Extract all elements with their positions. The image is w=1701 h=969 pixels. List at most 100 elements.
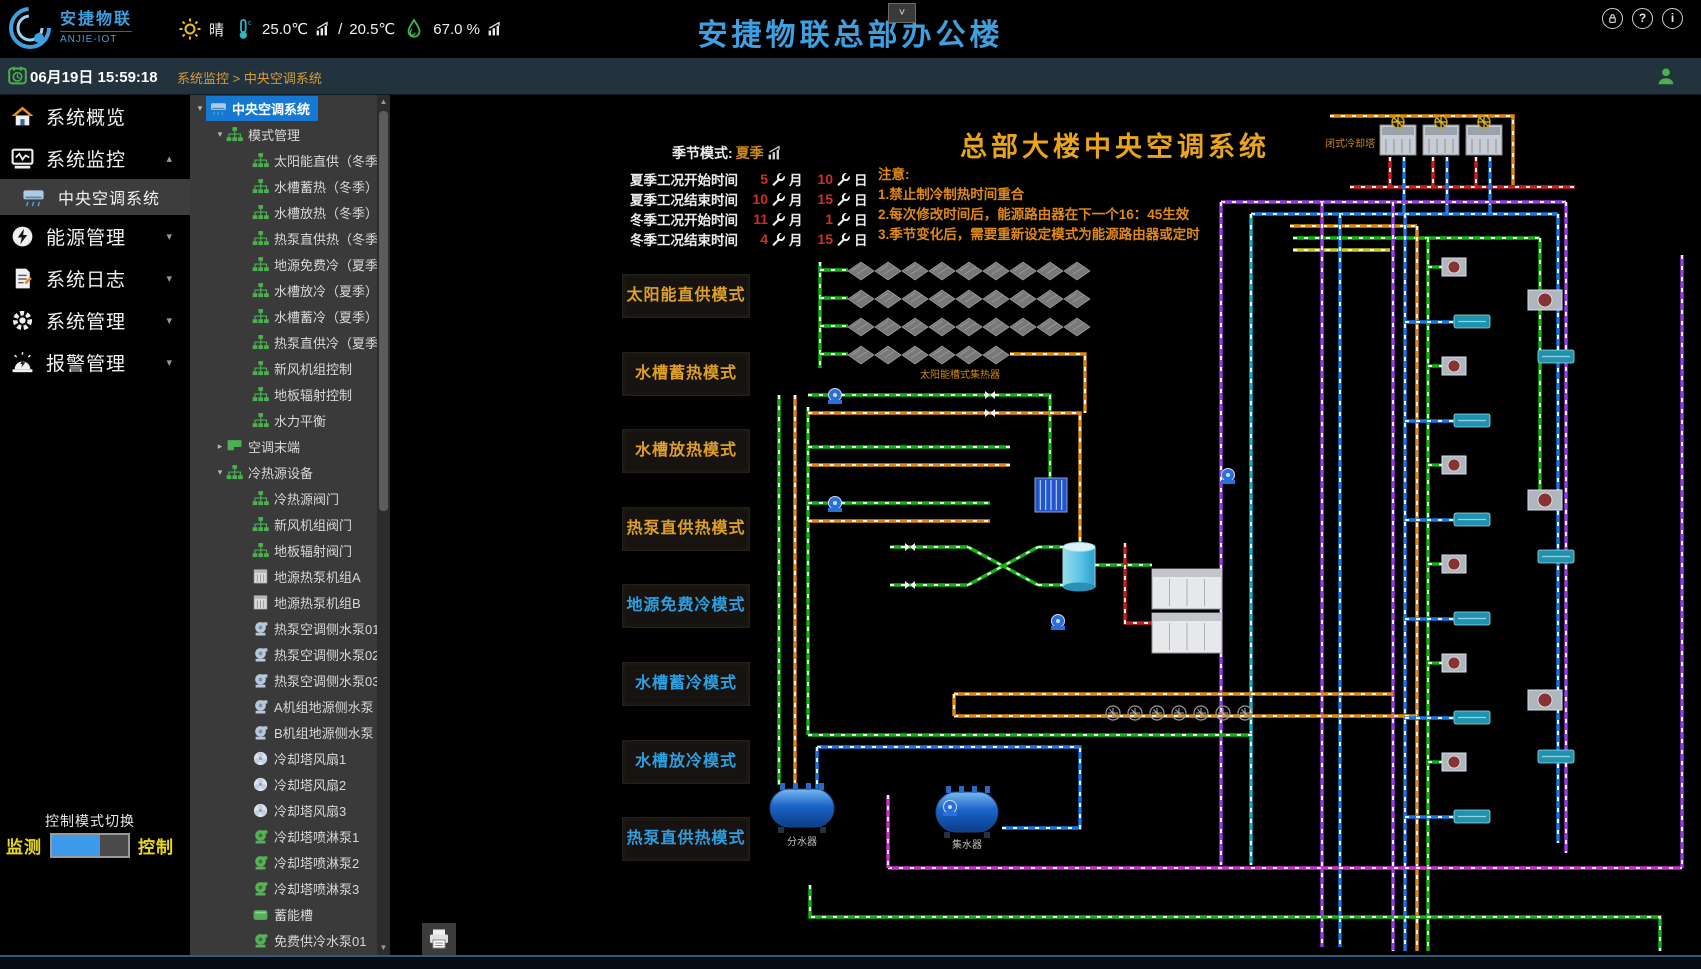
tree-item-13[interactable]: ▸空调末端	[190, 433, 390, 459]
scrollbar-thumb[interactable]	[379, 111, 388, 511]
ahu-device	[1442, 357, 1466, 375]
sidebar-item-label: 系统概览	[46, 103, 126, 130]
tree-item-9[interactable]: 热泵直供冷（夏季）	[190, 329, 390, 355]
info-icon[interactable]: i	[1662, 8, 1683, 29]
tree-item-21[interactable]: 热泵空调侧水泵02	[190, 641, 390, 667]
tree-item-29[interactable]: 冷却塔喷淋泵2	[190, 849, 390, 875]
tree-item-19[interactable]: 地源热泵机组B	[190, 589, 390, 615]
ahu-chip[interactable]	[1538, 350, 1574, 363]
print-button[interactable]	[422, 923, 456, 955]
tree-item-17[interactable]: 地板辐射阀门	[190, 537, 390, 563]
sidebar-item-0[interactable]: 系统概览	[0, 95, 190, 137]
tree-icon-org	[252, 230, 269, 247]
tree-item-5[interactable]: 热泵直供热（冬季）	[190, 225, 390, 251]
sidebar-item-1[interactable]: 系统监控▴	[0, 137, 190, 179]
tree-item-12[interactable]: 水力平衡	[190, 407, 390, 433]
tree-item-28[interactable]: 冷却塔喷淋泵1	[190, 823, 390, 849]
help-icon[interactable]: ?	[1632, 8, 1653, 29]
mode-button-2[interactable]: 水槽放热模式	[622, 429, 750, 473]
tree-item-10[interactable]: 新风机组控制	[190, 355, 390, 381]
tree-item-14[interactable]: ▾冷热源设备	[190, 459, 390, 485]
tree-chevron-icon[interactable]: ▸	[214, 441, 226, 452]
tree-item-6[interactable]: 地源免费冷（夏季）	[190, 251, 390, 277]
sidebar-item-3[interactable]: 能源管理▾	[0, 215, 190, 257]
tree-item-15[interactable]: 冷热源阀门	[190, 485, 390, 511]
edit-day-wrench-icon[interactable]	[836, 232, 851, 247]
mode-button-7[interactable]: 热泵直供热模式	[622, 817, 750, 861]
note-line-1: 2.每次修改时间后，能源路由器在下一个16：45生效	[878, 205, 1200, 225]
mode-button-5[interactable]: 水槽蓄冷模式	[622, 662, 750, 706]
user-icon[interactable]	[1655, 65, 1677, 87]
ahu-chip[interactable]	[1454, 414, 1490, 427]
edit-month-wrench-icon[interactable]	[771, 232, 786, 247]
breadcrumb[interactable]: 系统监控 > 中央空调系统	[177, 68, 322, 87]
edit-day-wrench-icon[interactable]	[836, 172, 851, 187]
tree-chevron-icon[interactable]: ▾	[194, 103, 206, 114]
title-dropdown-button[interactable]: ˅	[888, 3, 916, 23]
tree-item-23[interactable]: A机组地源侧水泵	[190, 693, 390, 719]
mode-button-1[interactable]: 水槽蓄热模式	[622, 352, 750, 396]
tree-item-label: 热泵空调侧水泵01	[274, 619, 379, 638]
tree-scrollbar[interactable]: ▲ ▼	[377, 95, 390, 955]
tree-item-25[interactable]: 冷却塔风扇1	[190, 745, 390, 771]
tree-item-11[interactable]: 地板辐射控制	[190, 381, 390, 407]
fan-coil-icon	[1172, 706, 1186, 720]
solar-collector	[929, 318, 955, 336]
tree-chevron-icon[interactable]: ▾	[214, 467, 226, 478]
ahu-device	[1442, 654, 1466, 672]
edit-month-wrench-icon[interactable]	[771, 192, 786, 207]
lock-icon[interactable]	[1602, 8, 1623, 29]
tree-item-2[interactable]: 太阳能直供（冬季）	[190, 147, 390, 173]
ahu-chip[interactable]	[1454, 711, 1490, 724]
sidebar-item-2[interactable]: 中央空调系统	[0, 179, 190, 215]
edit-month-wrench-icon[interactable]	[771, 212, 786, 227]
ahu-chip[interactable]	[1538, 750, 1574, 763]
tree-item-32[interactable]: 免费供冷水泵01	[190, 927, 390, 953]
monitor-control-toggle[interactable]	[50, 833, 130, 858]
ahu-chip[interactable]	[1454, 513, 1490, 526]
tree-item-8[interactable]: 水槽蓄冷（夏季）	[190, 303, 390, 329]
ahu-chip[interactable]	[1454, 612, 1490, 625]
ahu-chip[interactable]	[1454, 810, 1490, 823]
tree-item-1[interactable]: ▾模式管理	[190, 121, 390, 147]
tree-item-4[interactable]: 水槽放热（冬季）	[190, 199, 390, 225]
tree-item-27[interactable]: 冷却塔风扇3	[190, 797, 390, 823]
solar-collector	[956, 262, 982, 280]
tree-item-26[interactable]: 冷却塔风扇2	[190, 771, 390, 797]
edit-month-wrench-icon[interactable]	[771, 172, 786, 187]
season-row-2: 冬季工况开始时间11月1日	[630, 209, 876, 229]
tree-selected-item[interactable]: 中央空调系统	[206, 96, 318, 121]
edit-day-wrench-icon[interactable]	[836, 212, 851, 227]
ahu-chip[interactable]	[1454, 315, 1490, 328]
mode-button-6[interactable]: 水槽放冷模式	[622, 740, 750, 784]
tree-chevron-icon[interactable]: ▾	[214, 129, 226, 140]
mode-button-4[interactable]: 地源免费冷模式	[622, 584, 750, 628]
month-unit: 月	[789, 229, 811, 249]
tree-item-24[interactable]: B机组地源侧水泵	[190, 719, 390, 745]
scroll-up-icon[interactable]: ▲	[377, 95, 390, 109]
tree-item-20[interactable]: 热泵空调侧水泵01	[190, 615, 390, 641]
sidebar-item-6[interactable]: 报警管理▾	[0, 341, 190, 383]
season-day-value: 10	[811, 171, 833, 187]
printer-icon	[426, 927, 452, 951]
tree-item-label: 地板辐射阀门	[274, 541, 352, 560]
tree-item-18[interactable]: 地源热泵机组A	[190, 563, 390, 589]
pump-icon	[1051, 615, 1065, 631]
ahu-chip[interactable]	[1538, 550, 1574, 563]
tree-item-16[interactable]: 新风机组阀门	[190, 511, 390, 537]
mode-button-3[interactable]: 热泵直供热模式	[622, 507, 750, 551]
scroll-down-icon[interactable]: ▼	[377, 941, 390, 955]
mode-button-0[interactable]: 太阳能直供模式	[622, 274, 750, 318]
season-mode-value: 夏季	[736, 143, 764, 163]
tree-item-7[interactable]: 水槽放冷（夏季）	[190, 277, 390, 303]
tree-item-3[interactable]: 水槽蓄热（冬季）	[190, 173, 390, 199]
sidebar-item-4[interactable]: 系统日志▾	[0, 257, 190, 299]
sidebar-item-5[interactable]: 系统管理▾	[0, 299, 190, 341]
edit-day-wrench-icon[interactable]	[836, 192, 851, 207]
solar-collector	[875, 290, 901, 308]
tree-item-30[interactable]: 冷却塔喷淋泵3	[190, 875, 390, 901]
tree-item-0[interactable]: ▾中央空调系统	[190, 95, 390, 121]
tree-item-label: 蓄能槽	[274, 905, 313, 924]
tree-item-31[interactable]: 蓄能槽	[190, 901, 390, 927]
tree-item-22[interactable]: 热泵空调侧水泵03	[190, 667, 390, 693]
